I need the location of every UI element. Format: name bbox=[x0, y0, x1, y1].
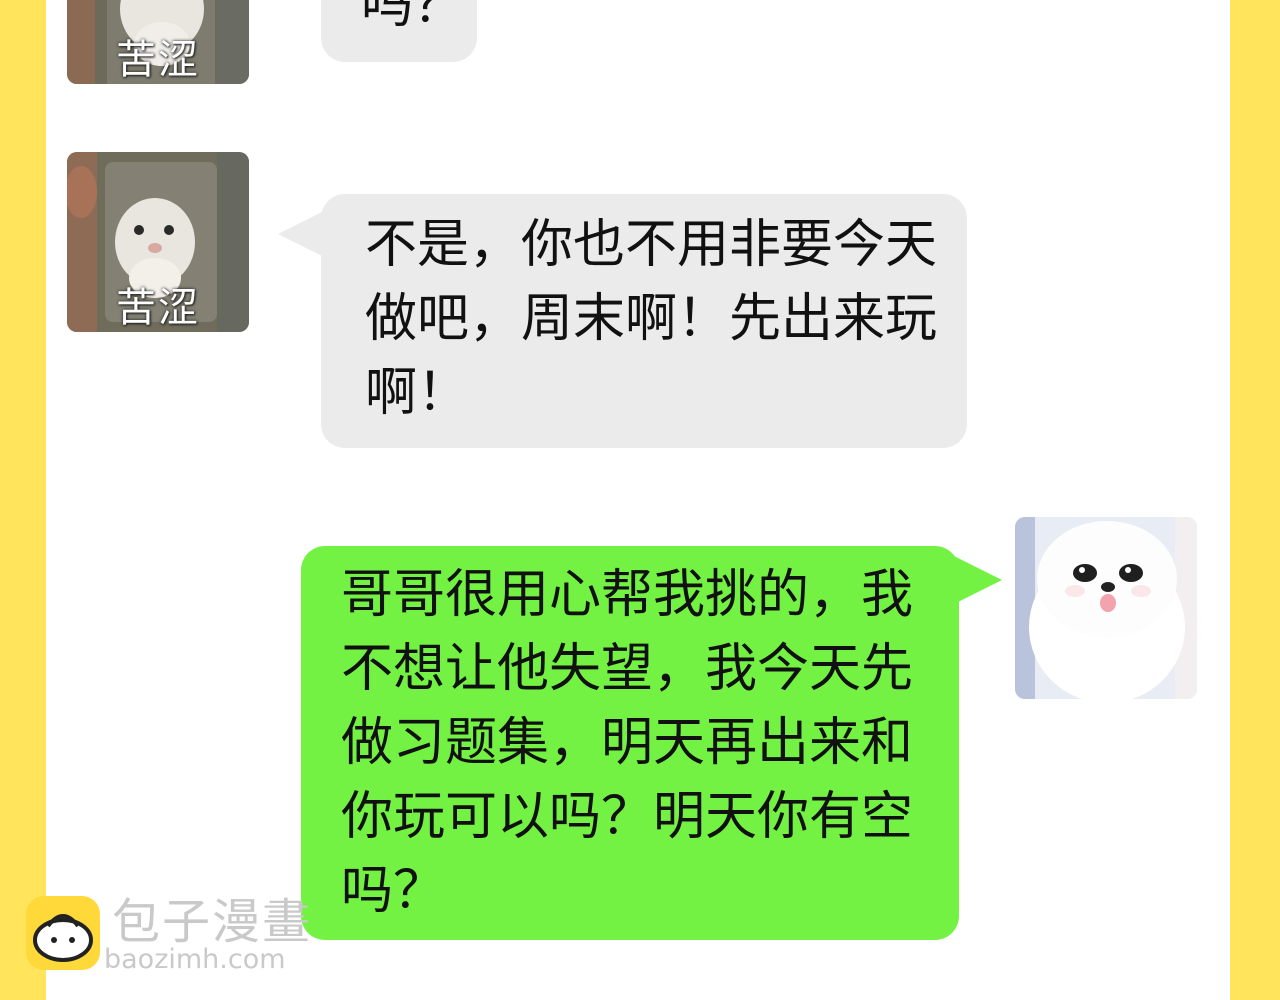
bubble-tail bbox=[278, 210, 326, 258]
message-text: 不是，你也不用非要今天做吧，周末啊！先出来玩啊！ bbox=[365, 215, 938, 423]
watermark-url: baozimh.com bbox=[104, 944, 286, 975]
friend-avatar[interactable]: 苦涩 bbox=[67, 0, 249, 84]
message-bubble[interactable]: 不是，你也不用非要今天做吧，周末啊！先出来玩啊！ bbox=[321, 194, 967, 448]
user-avatar[interactable] bbox=[1015, 517, 1197, 699]
chat-page: 苦涩 吗？ 苦涩 不是，你也不用非要今天做吧，周末啊！先出来玩啊！ 哥哥很用心帮… bbox=[46, 0, 1230, 1000]
avatar-caption: 苦涩 bbox=[116, 37, 200, 83]
message-text: 吗？ bbox=[361, 0, 466, 35]
avatar-caption: 苦涩 bbox=[116, 285, 200, 331]
white-dog-image bbox=[1015, 517, 1197, 699]
bun-logo-icon bbox=[26, 896, 100, 970]
message-bubble[interactable]: 吗？ bbox=[321, 0, 477, 62]
message-bubble[interactable]: 哥哥很用心帮我挑的，我不想让他失望，我今天先做习题集，明天再出来和你玩可以吗？明… bbox=[301, 546, 959, 940]
message-text: 哥哥很用心帮我挑的，我不想让他失望，我今天先做习题集，明天再出来和你玩可以吗？明… bbox=[341, 565, 914, 921]
bubble-tail bbox=[954, 556, 1002, 604]
friend-avatar[interactable]: 苦涩 bbox=[67, 152, 249, 332]
watermark-title: 包子漫畫 bbox=[112, 894, 313, 950]
watermark: 包子漫畫 baozimh.com bbox=[26, 894, 326, 980]
